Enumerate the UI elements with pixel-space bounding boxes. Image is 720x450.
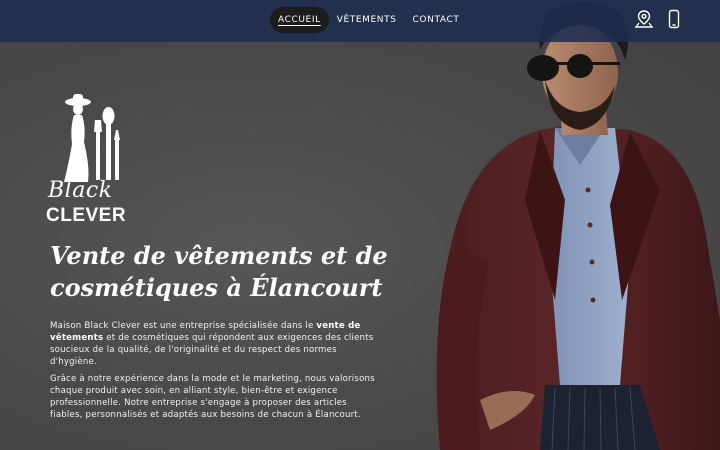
hero-model-photo (436, 1, 720, 450)
main-nav: ACCUEIL VÊTEMENTS CONTACT (270, 7, 467, 33)
intro-text-start: Maison Black Clever est une entreprise s… (50, 321, 317, 331)
experience-paragraph: Grâce à notre expérience dans la mode et… (50, 374, 375, 420)
nav-item-contact[interactable]: CONTACT (405, 7, 468, 33)
phone-icon[interactable] (664, 9, 684, 29)
map-pin-icon[interactable] (634, 9, 654, 29)
hero-section: Black CLEVER Vente de vêtements et de co… (0, 0, 720, 450)
nav-item-vetements[interactable]: VÊTEMENTS (329, 7, 405, 33)
nav-item-accueil[interactable]: ACCUEIL (270, 7, 329, 33)
nav-icon-group (634, 9, 684, 29)
intro-paragraph: Maison Black Clever est une entreprise s… (50, 320, 380, 368)
logo-text-black: Black (48, 178, 113, 203)
hero-headline: Vente de vêtements et de cosmétiques à É… (50, 241, 388, 302)
logo-text-clever: CLEVER (46, 205, 127, 226)
top-navigation-bar: ACCUEIL VÊTEMENTS CONTACT (0, 0, 720, 42)
